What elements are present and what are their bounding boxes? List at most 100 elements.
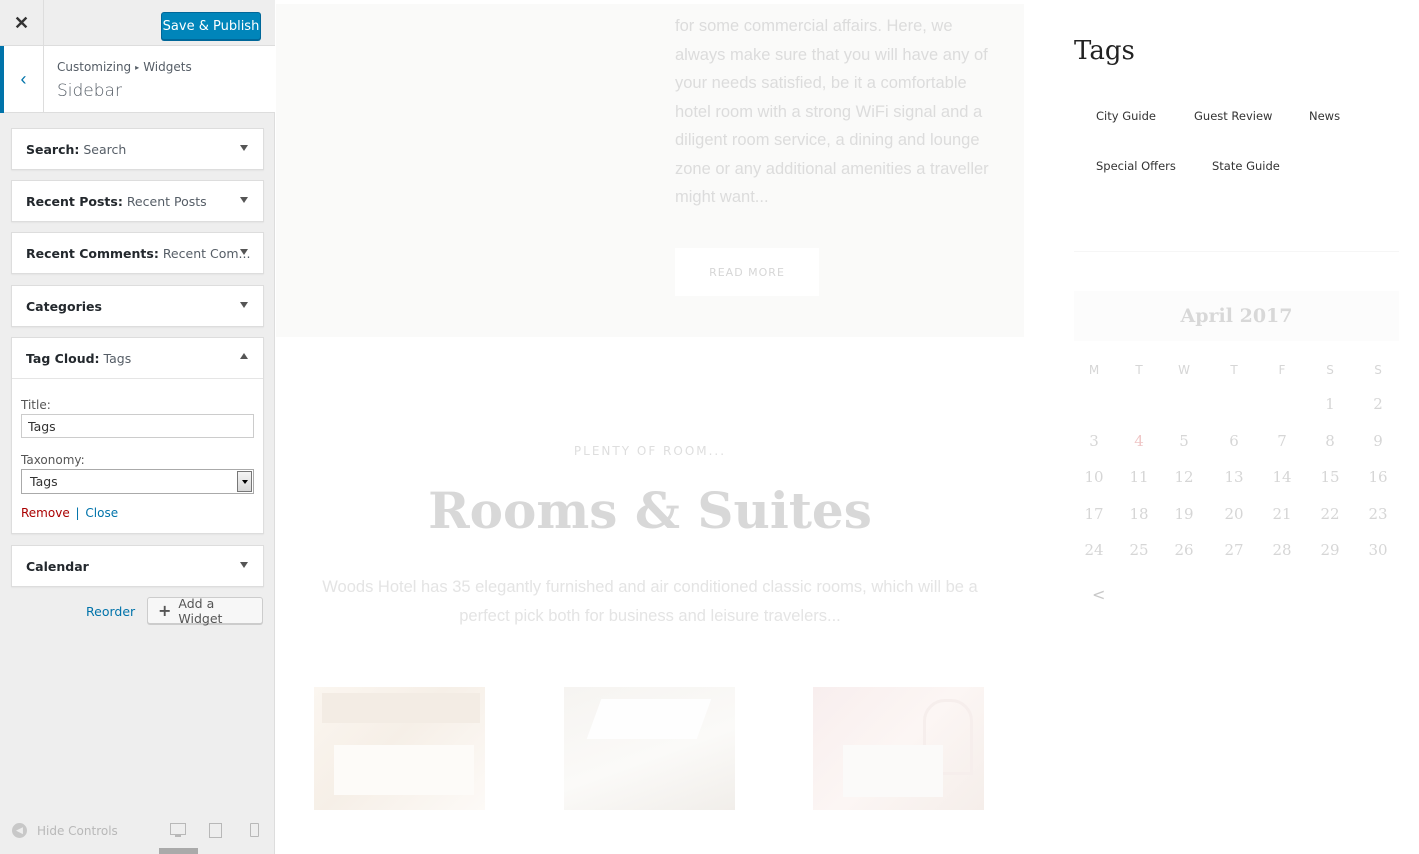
calendar-day: 16	[1368, 468, 1388, 486]
back-button[interactable]: ‹	[0, 46, 44, 113]
calendar-day: 20	[1224, 504, 1244, 523]
title-field[interactable]	[21, 414, 254, 438]
dropdown-arrow-icon[interactable]	[237, 471, 252, 492]
customizer-panel: ✕ Save & Publish ‹ Customizing ▸ Widgets S…	[0, 0, 275, 854]
customizer-header: ✕ Save & Publish	[0, 0, 275, 46]
calendar-day: 2	[1373, 395, 1383, 413]
calendar-day: 5	[1179, 431, 1189, 450]
widget-recent-comments[interactable]: Recent Comments: Recent Com...	[11, 232, 264, 274]
hide-controls-button[interactable]: ◀ Hide Controls	[12, 823, 118, 838]
widget-header[interactable]: Calendar	[12, 546, 263, 586]
site-preview: for some commercial affairs. Here, we al…	[276, 0, 1419, 854]
widget-header[interactable]: Tag Cloud: Tags	[12, 338, 263, 378]
tablet-preview-icon[interactable]	[209, 823, 222, 838]
expand-arrow-icon[interactable]	[240, 302, 248, 308]
section-header: ‹ Customizing ▸ Widgets Sidebar	[0, 46, 275, 113]
widget-header[interactable]: Search: Search	[12, 129, 263, 169]
calendar-day: 9	[1373, 431, 1383, 450]
widget-recent-posts[interactable]: Recent Posts: Recent Posts	[11, 180, 264, 222]
expand-arrow-icon[interactable]	[240, 249, 248, 255]
widget-tag-cloud[interactable]: Tag Cloud: Tags Title: Taxonomy: Tags Re…	[11, 337, 264, 534]
widget-title: Recent Posts	[126, 194, 207, 209]
calendar-weekday: T	[1135, 363, 1143, 377]
calendar-day: 22	[1320, 504, 1340, 523]
reorder-link[interactable]: Reorder	[86, 604, 135, 619]
widget-header[interactable]: Recent Comments: Recent Com...	[12, 233, 263, 273]
widget-calendar[interactable]: Calendar	[11, 545, 264, 587]
read-more-button[interactable]: READ MORE	[675, 248, 819, 296]
mobile-preview-icon[interactable]	[250, 823, 259, 837]
tag-link[interactable]: News	[1309, 109, 1340, 123]
widget-label: Categories	[26, 299, 102, 314]
calendar-day: 14	[1272, 468, 1292, 486]
widget-type: Search:	[26, 142, 80, 157]
calendar-day: 8	[1325, 431, 1335, 450]
calendar-day: 10	[1084, 468, 1104, 486]
tag-link[interactable]: Special Offers	[1096, 159, 1176, 173]
calendar-widget: April 2017 MTWTFSS 1 2 3 4 5 6 7 8 9 10 11 12 13 14 15…	[1074, 291, 1399, 611]
breadcrumb-arrow-icon: ▸	[135, 63, 140, 72]
calendar-day: 6	[1229, 431, 1239, 450]
widget-label: Search: Search	[26, 142, 126, 157]
calendar-day: 12	[1174, 468, 1194, 486]
calendar-day: 27	[1224, 541, 1244, 559]
room-image[interactable]	[564, 687, 735, 810]
tag-link[interactable]: Guest Review	[1194, 109, 1272, 123]
tag-link[interactable]: State Guide	[1212, 159, 1280, 173]
calendar-day: 18	[1129, 504, 1149, 523]
widget-type: Categories	[26, 299, 102, 314]
widget-label: Recent Comments: Recent Com...	[26, 246, 250, 261]
room-image[interactable]	[813, 687, 984, 810]
widget-categories[interactable]: Categories	[11, 285, 264, 327]
calendar-weekday: S	[1374, 363, 1382, 377]
widget-header[interactable]: Categories	[12, 286, 263, 326]
add-widget-button[interactable]: + Add a Widget	[147, 595, 263, 626]
calendar-weekday: S	[1326, 363, 1334, 377]
breadcrumb-root: Customizing	[57, 60, 132, 74]
widget-type: Tag Cloud:	[26, 351, 100, 366]
calendar-day: 7	[1277, 431, 1287, 450]
add-widget-label: Add a Widget	[178, 595, 223, 626]
expand-arrow-icon[interactable]	[240, 197, 248, 203]
calendar-day: 1	[1325, 395, 1335, 413]
breadcrumb-leaf: Widgets	[143, 60, 192, 74]
expand-arrow-icon[interactable]	[240, 562, 248, 568]
widget-header[interactable]: Recent Posts: Recent Posts	[12, 181, 263, 221]
widget-title: Tags	[103, 351, 132, 366]
calendar-prev-link[interactable]: <	[1092, 585, 1105, 604]
customizer-footer: ◀ Hide Controls	[0, 810, 275, 854]
taxonomy-select[interactable]: Tags	[21, 469, 254, 494]
section-title: Sidebar	[57, 81, 122, 101]
active-device-indicator	[159, 848, 198, 854]
collapse-arrow-icon[interactable]	[240, 353, 248, 359]
widget-title: Recent Com...	[162, 246, 251, 261]
save-publish-button[interactable]: Save & Publish	[161, 12, 261, 40]
calendar-day: 29	[1320, 541, 1340, 559]
expand-arrow-icon[interactable]	[240, 145, 248, 151]
widget-form: Title: Taxonomy: Tags Remove | Close	[12, 378, 263, 533]
calendar-day: 24	[1084, 541, 1104, 559]
rooms-description: Woods Hotel has 35 elegantly furnished a…	[322, 578, 978, 625]
breadcrumb: Customizing ▸ Widgets	[57, 60, 192, 74]
widget-label: Calendar	[26, 559, 89, 574]
calendar-day: 21	[1272, 504, 1292, 523]
rooms-title: Rooms & Suites	[428, 481, 872, 540]
title-field-label: Title:	[21, 398, 51, 412]
room-image[interactable]	[314, 687, 485, 810]
close-customizer-button[interactable]: ✕	[0, 0, 44, 46]
desktop-preview-icon[interactable]	[170, 823, 186, 837]
calendar-day-today: 4	[1134, 431, 1144, 450]
close-link[interactable]: Close	[85, 506, 118, 520]
tags-widget-title: Tags	[1074, 36, 1135, 66]
widget-label: Tag Cloud: Tags	[26, 351, 131, 366]
widget-type: Recent Comments:	[26, 246, 159, 261]
widget-type: Recent Posts:	[26, 194, 123, 209]
taxonomy-field-label: Taxonomy:	[21, 453, 85, 467]
widget-search[interactable]: Search: Search	[11, 128, 264, 170]
remove-link[interactable]: Remove	[21, 506, 70, 520]
widget-label: Recent Posts: Recent Posts	[26, 194, 207, 209]
tag-link[interactable]: City Guide	[1096, 109, 1156, 123]
widget-type: Calendar	[26, 559, 89, 574]
calendar-day: 26	[1174, 541, 1194, 559]
actions-separator: |	[75, 506, 80, 520]
